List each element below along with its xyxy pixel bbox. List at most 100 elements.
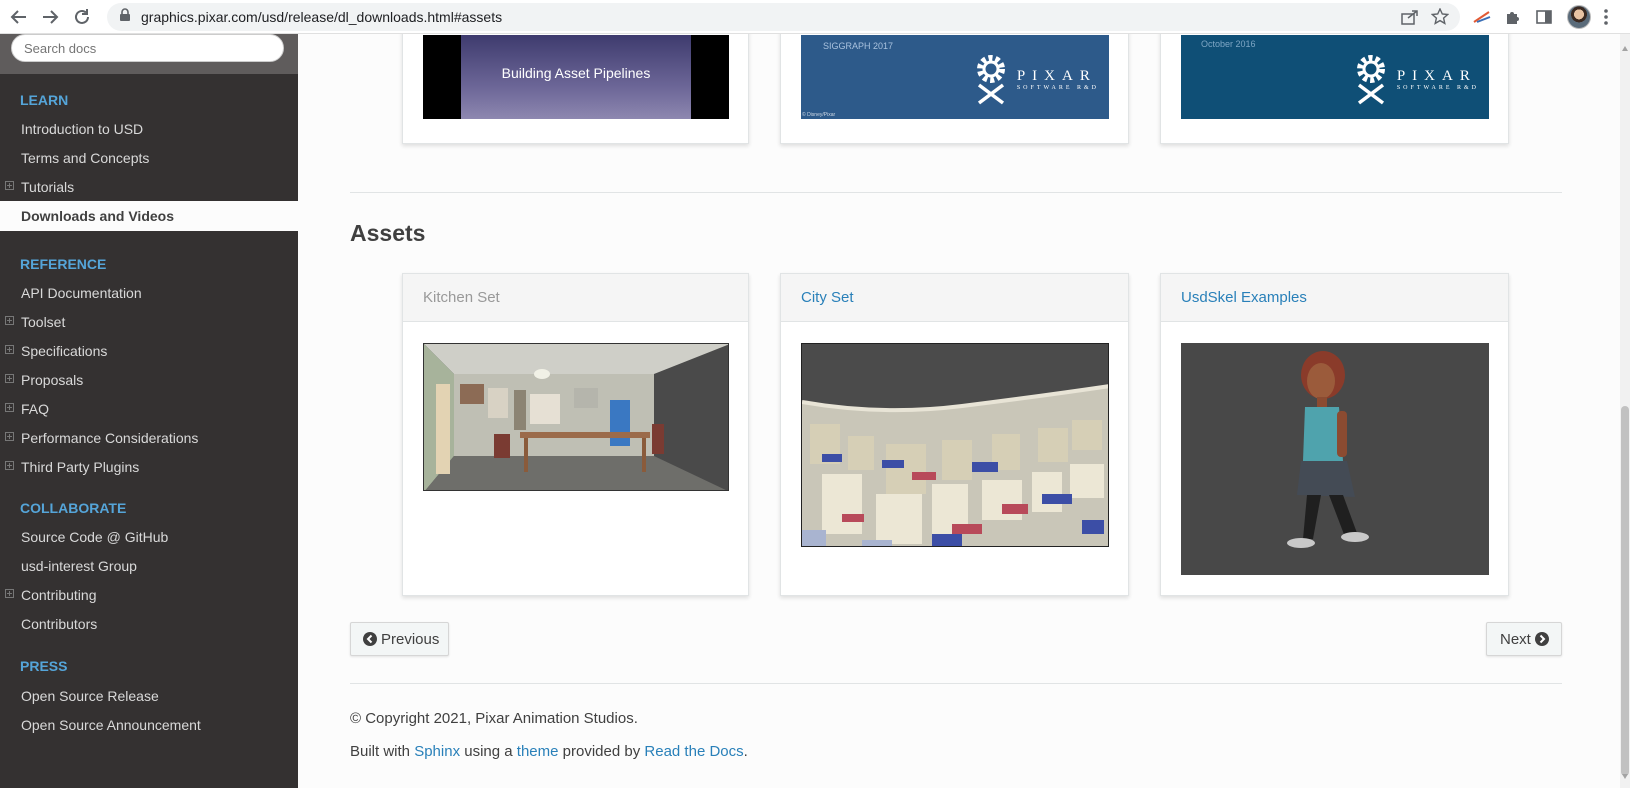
caption-reference: REFERENCE (20, 256, 107, 272)
video-card-2: SIGGRAPH 2017 © Disney/Pixar PIXAR SOFTW… (780, 34, 1129, 144)
sidebar-item-specifications[interactable]: Specifications (0, 336, 298, 365)
assets-heading: Assets (350, 220, 426, 246)
video-thumbnail[interactable]: October 2016 PIXAR SOFTWARE R&D (1181, 35, 1489, 119)
sidebar-item-terms[interactable]: Terms and Concepts (0, 143, 298, 172)
sidebar-item-label: Terms and Concepts (21, 149, 150, 166)
sidebar-item-label: Source Code @ GitHub (21, 528, 169, 545)
expand-icon[interactable] (5, 403, 14, 412)
scroll-up-icon[interactable] (1622, 38, 1628, 56)
video-card-3: October 2016 PIXAR SOFTWARE R&D (1160, 34, 1509, 144)
pixar-wordmark: PIXAR (1016, 67, 1097, 84)
sidebar-item-introduction[interactable]: Introduction to USD (0, 114, 298, 143)
sidebar-item-contributors[interactable]: Contributors (0, 609, 298, 638)
sidebar-item-label: Downloads and Videos (21, 208, 174, 224)
page-scrollbar[interactable] (1620, 34, 1630, 788)
expand-icon[interactable] (5, 181, 14, 190)
expand-icon[interactable] (5, 345, 14, 354)
arrow-circle-right-icon (1534, 632, 1549, 646)
kitchen-set-image[interactable] (423, 343, 729, 491)
extension-logo-icon[interactable] (1472, 7, 1492, 27)
section-divider (350, 192, 1562, 193)
kitchen-scene (424, 344, 728, 490)
sidebar-item-label: API Documentation (21, 284, 142, 301)
copyright-text: © Copyright 2021, Pixar Animation Studio… (350, 710, 638, 727)
sidebar-item-label: Contributors (21, 615, 98, 632)
card-title-kitchen[interactable]: Kitchen Set (423, 289, 500, 306)
sidebar-item-plugins[interactable]: Third Party Plugins (0, 452, 298, 481)
card-title-city[interactable]: City Set (801, 289, 854, 306)
sidebar-item-faq[interactable]: FAQ (0, 394, 298, 423)
pixar-subtitle: SOFTWARE R&D (1016, 84, 1099, 91)
expand-icon[interactable] (5, 589, 14, 598)
footer-text: Built with (350, 743, 411, 760)
scrollbar-thumb[interactable] (1621, 406, 1629, 776)
usdskel-image[interactable] (1181, 343, 1489, 575)
sidebar-item-github[interactable]: Source Code @ GitHub (0, 522, 298, 551)
browser-menu-icon[interactable] (1604, 8, 1608, 31)
sidebar-item-performance[interactable]: Performance Considerations (0, 423, 298, 452)
read-the-docs-link[interactable]: Read the Docs (644, 743, 743, 760)
sidebar-item-label: Proposals (21, 371, 84, 388)
video-credit: © Disney/Pixar (802, 112, 836, 118)
sidebar-item-label: Open Source Release (21, 687, 159, 704)
browser-toolbar: graphics.pixar.com/usd/release/dl_downlo… (0, 0, 1630, 34)
video-caption: SIGGRAPH 2017 (823, 41, 894, 51)
pixar-wordmark: PIXAR (1396, 67, 1477, 84)
extensions-puzzle-icon[interactable] (1503, 7, 1523, 27)
previous-label: Previous (381, 630, 440, 648)
sidebar-item-toolset[interactable]: Toolset (0, 307, 298, 336)
card-header: City Set (781, 274, 1128, 322)
sidebar-item-label: Third Party Plugins (21, 458, 140, 475)
reload-icon[interactable] (71, 6, 93, 28)
search-input[interactable] (11, 34, 284, 62)
footer-period: . (743, 743, 748, 760)
scroll-down-icon[interactable] (1622, 766, 1628, 784)
video-caption: Building Asset Pipelines (501, 65, 651, 81)
previous-button[interactable]: Previous (350, 622, 449, 656)
expand-icon[interactable] (5, 316, 14, 325)
city-set-image[interactable] (801, 343, 1109, 547)
video-thumbnail[interactable]: SIGGRAPH 2017 © Disney/Pixar PIXAR SOFTW… (801, 35, 1109, 119)
sidebar-item-interest-group[interactable]: usd-interest Group (0, 551, 298, 580)
video-thumbnail[interactable]: Building Asset Pipelines (423, 35, 729, 119)
walking-character (1181, 343, 1489, 575)
sidebar-item-proposals[interactable]: Proposals (0, 365, 298, 394)
card-header: UsdSkel Examples (1161, 274, 1508, 322)
city-scene (802, 344, 1108, 546)
sidebar-item-os-announcement[interactable]: Open Source Announcement (0, 710, 298, 739)
card-header: Kitchen Set (403, 274, 748, 322)
share-icon[interactable] (1400, 7, 1420, 27)
footer-divider (350, 683, 1562, 684)
expand-icon[interactable] (5, 432, 14, 441)
bookmark-star-icon[interactable] (1430, 7, 1450, 27)
expand-icon[interactable] (5, 461, 14, 470)
expand-icon[interactable] (5, 374, 14, 383)
sidebar-item-label: Performance Considerations (21, 429, 199, 446)
forward-icon[interactable] (39, 6, 61, 28)
sidebar-item-label: Specifications (21, 342, 108, 359)
sphinx-link[interactable]: Sphinx (414, 743, 460, 760)
video-caption: October 2016 (1201, 39, 1256, 49)
built-with-line: Built with Sphinx using a theme provided… (350, 743, 748, 760)
arrow-circle-left-icon (363, 632, 377, 646)
sidebar-item-os-release[interactable]: Open Source Release (0, 681, 298, 710)
lock-icon (119, 7, 131, 27)
side-panel-icon[interactable] (1534, 7, 1554, 27)
caption-press: PRESS (20, 658, 68, 674)
gear-wrench-icon (1356, 55, 1385, 105)
next-button[interactable]: Next (1486, 622, 1562, 656)
theme-link[interactable]: theme (517, 743, 559, 760)
sidebar-item-downloads[interactable]: Downloads and Videos (0, 201, 298, 231)
sidebar-item-label: Toolset (21, 313, 66, 330)
video-card-1: Building Asset Pipelines (402, 34, 749, 144)
back-icon[interactable] (8, 6, 30, 28)
address-bar[interactable]: graphics.pixar.com/usd/release/dl_downlo… (107, 3, 1460, 31)
sidebar-item-contributing[interactable]: Contributing (0, 580, 298, 609)
sidebar-item-label: Contributing (21, 586, 97, 603)
footer-text: using a (464, 743, 513, 760)
card-title-usdskel[interactable]: UsdSkel Examples (1181, 289, 1307, 306)
sidebar-item-api[interactable]: API Documentation (0, 278, 298, 307)
pixar-subtitle: SOFTWARE R&D (1396, 84, 1479, 91)
profile-avatar[interactable] (1567, 5, 1591, 29)
sidebar-item-tutorials[interactable]: Tutorials (0, 172, 298, 201)
